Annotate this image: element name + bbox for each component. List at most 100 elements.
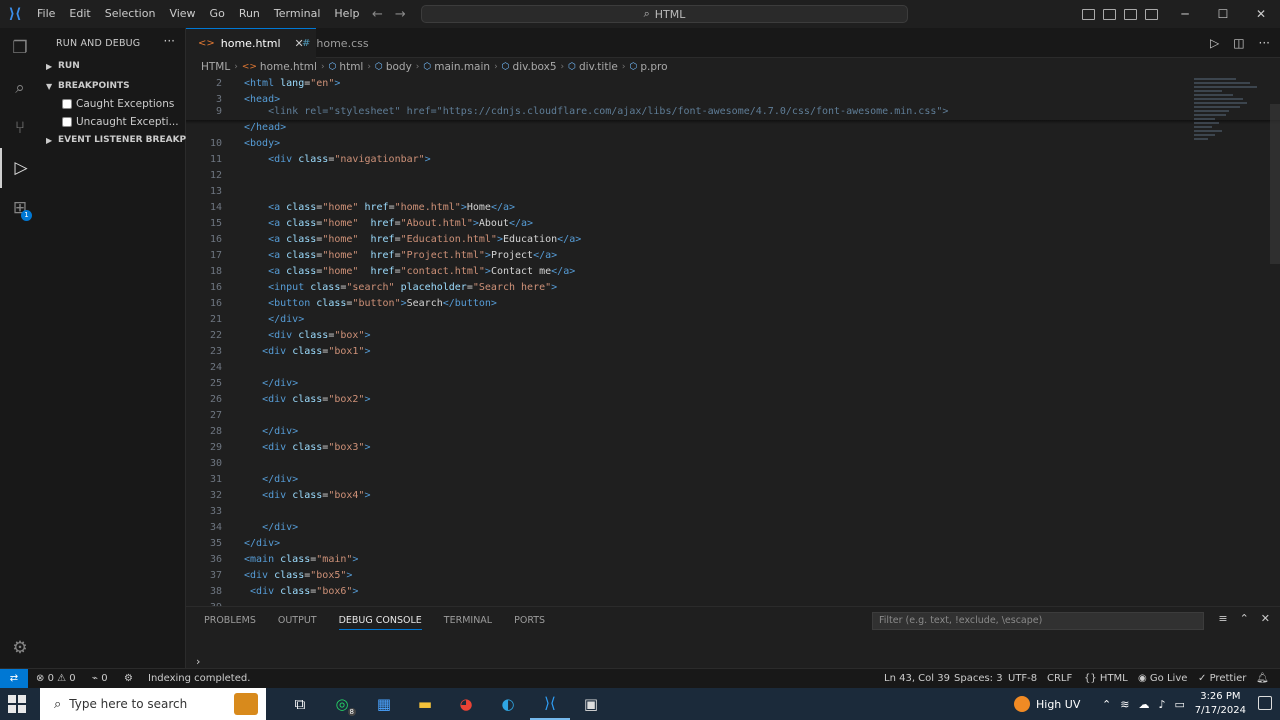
code-line[interactable]: 2 <html lang="en"> — [186, 76, 1186, 92]
run-section[interactable]: ▶ RUN — [46, 61, 80, 71]
code-line[interactable]: 12 — [186, 168, 1186, 184]
cloud-icon[interactable]: ☁ — [1138, 698, 1149, 711]
windows-start-icon[interactable] — [8, 695, 26, 713]
breadcrumb-item[interactable]: main.main — [434, 61, 490, 73]
checkbox[interactable] — [62, 117, 72, 127]
run-file-icon[interactable]: ▷ — [1210, 36, 1219, 50]
wifi-icon[interactable]: ≋ — [1120, 698, 1129, 711]
code-line[interactable]: 27 — [186, 408, 1186, 424]
line-ending[interactable]: CRLF — [1047, 669, 1072, 688]
explorer-icon[interactable]: ❐ — [0, 28, 40, 68]
code-line[interactable]: 13 — [186, 184, 1186, 200]
run-and-debug-icon[interactable]: ▷ — [0, 148, 40, 188]
code-line[interactable]: 30 — [186, 456, 1186, 472]
cursor-position[interactable]: Ln 43, Col 39 — [884, 669, 950, 688]
extensions-icon[interactable]: ⊞ 1 — [0, 188, 40, 228]
edge-icon[interactable]: ◐ — [488, 688, 528, 720]
ports-indicator[interactable]: ⌁ 0 — [92, 669, 108, 688]
search-view-icon[interactable]: ⌕ — [0, 68, 40, 108]
code-line[interactable]: 15 <a class="home" href="About.html">Abo… — [186, 216, 1186, 232]
source-control-icon[interactable]: ⑂ — [0, 108, 40, 148]
event-listener-breakpoints-section[interactable]: ▶ EVENT LISTENER BREAKPOI... — [46, 135, 207, 145]
tab-terminal[interactable]: TERMINAL — [444, 615, 492, 626]
whatsapp-icon[interactable]: ◎ 8 — [322, 688, 362, 720]
menu-edit[interactable]: Edit — [62, 0, 97, 28]
tab-problems[interactable]: PROBLEMS — [204, 615, 256, 626]
maximize-panel-icon[interactable]: ⌃ — [1240, 612, 1249, 625]
breakpoints-section[interactable]: ▼ BREAKPOINTS — [46, 81, 130, 91]
tab-output[interactable]: OUTPUT — [278, 615, 317, 626]
tab-home-css[interactable]: # home.css — [290, 28, 381, 58]
code-line[interactable]: 33 — [186, 504, 1186, 520]
toggle-panel-icon[interactable] — [1103, 8, 1116, 20]
breadcrumb-item[interactable]: div.box5 — [513, 61, 557, 73]
close-panel-icon[interactable]: ✕ — [1261, 612, 1270, 625]
split-editor-icon[interactable]: ◫ — [1233, 36, 1244, 50]
tab-debug-console[interactable]: DEBUG CONSOLE — [338, 611, 422, 630]
code-line[interactable]: 36 <main class="main"> — [186, 552, 1186, 568]
task-view-icon[interactable]: ⧉ — [280, 688, 320, 720]
code-line[interactable]: 24 — [186, 360, 1186, 376]
customize-layout-icon[interactable] — [1145, 8, 1158, 20]
file-explorer-icon[interactable]: ▬ — [405, 688, 445, 720]
chrome-icon[interactable]: ◕ — [446, 688, 486, 720]
more-actions-icon[interactable]: ··· — [164, 34, 175, 48]
menu-terminal[interactable]: Terminal — [267, 0, 328, 28]
code-line[interactable]: 17 <a class="home" href="Project.html">P… — [186, 248, 1186, 264]
remote-indicator-icon[interactable]: ⇄ — [0, 669, 28, 689]
weather-widget[interactable]: High UV — [1014, 688, 1080, 720]
code-line[interactable]: 16 <a class="home" href="Education.html"… — [186, 232, 1186, 248]
code-line[interactable]: 22 <div class="box"> — [186, 328, 1186, 344]
taskbar-search-box[interactable]: ⌕ Type here to search — [40, 688, 266, 720]
code-line[interactable]: 23 <div class="box1"> — [186, 344, 1186, 360]
breadcrumb-item[interactable]: html — [339, 61, 363, 73]
clear-console-icon[interactable]: ≡ — [1218, 612, 1227, 625]
breadcrumb-item[interactable]: body — [386, 61, 412, 73]
breakpoint-caught-exceptions[interactable]: Caught Exceptions — [62, 98, 174, 110]
breakpoint-uncaught-exceptions[interactable]: Uncaught Excepti... — [62, 116, 179, 128]
code-editor[interactable]: 2 <html lang="en"> 3 <head> 9 <link rel="sty… — [186, 76, 1280, 606]
breadcrumb-item[interactable]: HTML — [201, 61, 230, 73]
menu-file[interactable]: File — [30, 0, 62, 28]
menu-run[interactable]: Run — [232, 0, 267, 28]
menu-selection[interactable]: Selection — [98, 0, 163, 28]
checkbox[interactable] — [62, 99, 72, 109]
code-line[interactable]: 21 </div> — [186, 312, 1186, 328]
show-hidden-icons-icon[interactable]: ⌃ — [1102, 698, 1111, 711]
code-line[interactable]: 9 <link rel="stylesheet" href="https://c… — [186, 104, 1186, 120]
code-line[interactable]: 16 <button class="button">Search</button… — [186, 296, 1186, 312]
code-line[interactable]: 26 <div class="box2"> — [186, 392, 1186, 408]
code-line[interactable]: 29 <div class="box3"> — [186, 440, 1186, 456]
volume-icon[interactable]: ♪ — [1158, 698, 1165, 711]
toggle-secondary-sidebar-icon[interactable] — [1124, 8, 1137, 20]
debug-console-filter-input[interactable]: Filter (e.g. text, !exclude, \escape) — [872, 612, 1204, 630]
settings-gear-icon[interactable]: ⚙ — [0, 628, 40, 668]
code-line[interactable]: 31 </div> — [186, 472, 1186, 488]
search-highlight-icon[interactable] — [234, 693, 258, 715]
indentation[interactable]: Spaces: 3 — [954, 669, 1003, 688]
prettier-button[interactable]: ✓ Prettier — [1198, 669, 1246, 688]
toggle-primary-sidebar-icon[interactable] — [1082, 8, 1095, 20]
menu-help[interactable]: Help — [327, 0, 366, 28]
editor-scrollbar[interactable] — [1270, 104, 1280, 264]
code-line[interactable]: 37 <div class="box5"> — [186, 568, 1186, 584]
taskbar-clock[interactable]: 3:26 PM 7/17/2024 — [1195, 690, 1246, 718]
minimize-button[interactable]: ─ — [1166, 0, 1204, 28]
language-mode[interactable]: {} HTML — [1084, 669, 1128, 688]
vscode-taskbar-icon[interactable]: ⟩⟨ — [530, 688, 570, 720]
menu-view[interactable]: View — [162, 0, 202, 28]
menu-go[interactable]: Go — [203, 0, 232, 28]
notification-center-icon[interactable] — [1258, 696, 1272, 710]
code-line[interactable]: 16 <input class="search" placeholder="Se… — [186, 280, 1186, 296]
debug-status-icon[interactable]: ⚙ — [124, 669, 133, 688]
breadcrumb-item[interactable]: p.pro — [640, 61, 667, 73]
terminal-app-icon[interactable]: ▣ — [571, 688, 611, 720]
code-line[interactable]: 28 </div> — [186, 424, 1186, 440]
go-live-button[interactable]: ◉ Go Live — [1138, 669, 1187, 688]
more-actions-icon[interactable]: ··· — [1259, 36, 1270, 50]
problems-indicator[interactable]: ⊗ 0 ⚠ 0 — [36, 669, 76, 688]
code-line[interactable]: 34 </div> — [186, 520, 1186, 536]
maximize-button[interactable]: ☐ — [1204, 0, 1242, 28]
back-arrow-icon[interactable]: ← — [372, 7, 383, 22]
microsoft-store-icon[interactable]: ▦ — [364, 688, 404, 720]
